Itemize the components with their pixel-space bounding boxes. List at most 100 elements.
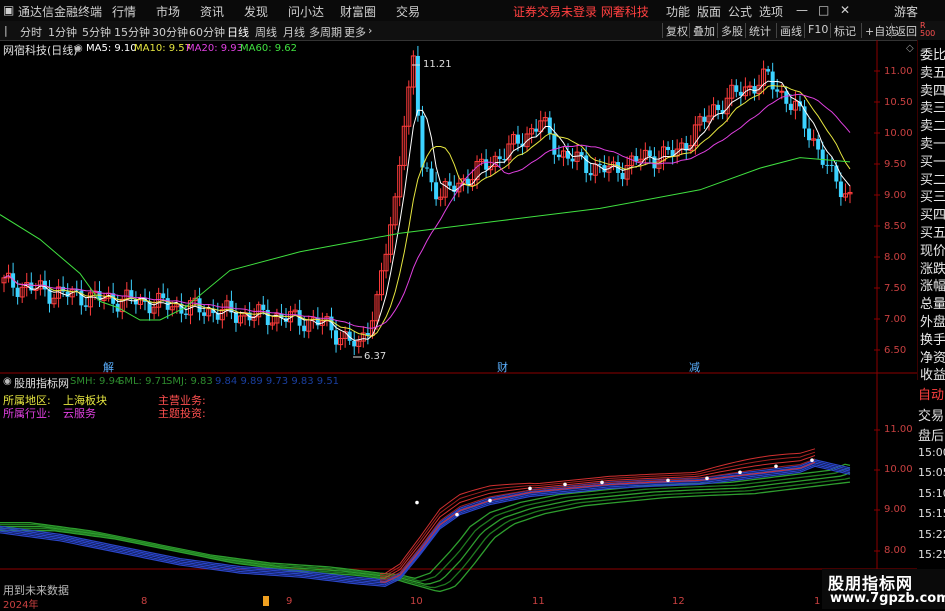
quote-item[interactable]: 卖一 [920, 133, 945, 152]
price-tick: 7.50 [884, 283, 907, 294]
period-monthly[interactable]: 月线 [283, 24, 305, 40]
sub-toggle-icon[interactable]: ◉ [3, 376, 12, 387]
period-weekly[interactable]: 周线 [255, 24, 277, 40]
indicator-name[interactable]: 股朋指标网 [14, 375, 69, 391]
menu-zixun[interactable]: 资讯 [200, 3, 224, 20]
trade-item[interactable]: 15:05 [918, 466, 945, 479]
quote-item[interactable]: 外盘 [920, 311, 945, 330]
trade-item[interactable]: 15:00 [918, 446, 945, 459]
quote-item[interactable]: 换手 [920, 329, 945, 348]
trade-item[interactable]: 15:22 [918, 528, 945, 541]
price-tick: 9.50 [884, 159, 907, 170]
period-daily[interactable]: 日线 [227, 24, 249, 40]
menu-hangqing[interactable]: 行情 [112, 3, 136, 20]
trade-item[interactable]: 15:15 [918, 507, 945, 520]
quote-item[interactable]: 卖五 [920, 62, 945, 81]
quote-item[interactable]: 买三 [920, 186, 945, 205]
quote-item[interactable]: 卖四 [920, 80, 945, 99]
quote-item[interactable]: 涨跌 [920, 258, 945, 277]
quote-item[interactable]: 买四 [920, 204, 945, 223]
minimize-icon[interactable]: — [796, 3, 808, 17]
tool-biaoji[interactable]: 标记 [830, 23, 859, 38]
candle-body [588, 173, 593, 176]
candle-body [502, 159, 507, 161]
price-tick: 7.00 [884, 314, 907, 325]
menu-xuanxiang[interactable]: 选项 [759, 3, 783, 20]
quote-item[interactable]: 净资 [920, 347, 945, 366]
trade-item[interactable]: 交易 [918, 405, 944, 424]
quote-item[interactable]: 委比 [920, 44, 945, 63]
period-multi[interactable]: 多周期 [309, 24, 342, 40]
candle-body [634, 156, 639, 162]
period-fenshi[interactable]: 分时 [20, 24, 42, 40]
menu-gongneng[interactable]: 功能 [666, 3, 690, 20]
legend-toggle-icon[interactable]: ◉ [74, 43, 83, 54]
period-toolbar: | 分时 1分钟 5分钟 15分钟 30分钟 60分钟 日线 周线 月线 多周期… [0, 21, 945, 41]
tool-f10[interactable]: F10 [804, 23, 831, 38]
sidebar-toggle-icon[interactable]: | [4, 24, 8, 37]
candle-body [534, 128, 539, 132]
menu-shichang[interactable]: 市场 [156, 3, 180, 20]
candle-body [734, 85, 739, 92]
time-tick: 10 [410, 596, 423, 607]
candle-body [484, 159, 489, 170]
panel-badge-icon[interactable]: R 500 [920, 22, 935, 38]
tool-fuquan[interactable]: 复权 [662, 23, 691, 38]
quote-item[interactable]: 收益 [920, 364, 945, 383]
price-tick: 8.00 [884, 252, 907, 263]
login-notice[interactable]: 证券交易未登录 网奢科技 [513, 3, 649, 20]
tool-diejia[interactable]: 叠加 [689, 23, 718, 38]
chart-settings-icon[interactable]: ◇ [906, 43, 914, 54]
period-60min[interactable]: 60分钟 [189, 24, 225, 40]
close-icon[interactable]: ✕ [840, 3, 850, 17]
period-15min[interactable]: 15分钟 [114, 24, 150, 40]
marker-cai[interactable]: 财 [497, 359, 508, 375]
stock-name[interactable]: 网宿科技(日线) [3, 42, 78, 58]
menu-wenxiaoda[interactable]: 问小达 [288, 3, 324, 20]
period-more[interactable]: 更多 [344, 24, 366, 40]
period-1min[interactable]: 1分钟 [48, 24, 77, 40]
signal-dot [455, 512, 459, 517]
candle-body [497, 156, 502, 160]
menu-banmian[interactable]: 版面 [697, 3, 721, 20]
quote-item[interactable]: 买二 [920, 169, 945, 188]
candle-body [770, 71, 775, 90]
candle-body [825, 164, 830, 166]
menu-bar: ▣ 通达信金融终端 行情 市场 资讯 发现 问小达 财富圈 交易 证券交易未登录… [0, 0, 945, 22]
quote-item[interactable]: 涨幅 [920, 275, 945, 294]
tool-huaxian[interactable]: 画线 [776, 23, 805, 38]
quote-item[interactable]: 现价 [920, 240, 945, 259]
guest-label[interactable]: 游客 [894, 3, 918, 20]
quote-item[interactable]: 卖二 [920, 115, 945, 134]
quote-item[interactable]: 买一 [920, 151, 945, 170]
period-30min[interactable]: 30分钟 [152, 24, 188, 40]
tool-duogu[interactable]: 多股 [717, 23, 746, 38]
period-5min[interactable]: 5分钟 [82, 24, 111, 40]
trade-item[interactable]: 自动 [918, 384, 944, 403]
menu-faxian[interactable]: 发现 [244, 3, 268, 20]
legend-smj: SMJ: 9.83 [166, 376, 213, 387]
menu-jiaoyi[interactable]: 交易 [396, 3, 420, 20]
kline-chart[interactable] [0, 40, 917, 609]
quote-item[interactable]: 买五 [920, 222, 945, 241]
marker-jie[interactable]: 解 [103, 359, 114, 375]
candle-body [838, 181, 843, 198]
blue-ribbon-line [0, 465, 851, 588]
tool-tongji[interactable]: 统计 [745, 23, 774, 38]
maximize-icon[interactable]: □ [818, 3, 829, 17]
menu-caifuquan[interactable]: 财富圈 [340, 3, 376, 20]
quote-item[interactable]: 卖三 [920, 97, 945, 116]
candle-body [61, 286, 66, 292]
menu-gongshi[interactable]: 公式 [728, 3, 752, 20]
trade-item[interactable]: 15:25 [918, 548, 945, 561]
sub-tick: 9.00 [884, 504, 907, 515]
green-ribbon-line [0, 466, 851, 582]
trade-item[interactable]: 15:10 [918, 487, 945, 500]
marker-jian[interactable]: 减 [689, 359, 700, 375]
quote-item[interactable]: 总量 [920, 293, 945, 312]
more-chevron-icon[interactable]: › [368, 24, 372, 37]
trade-item[interactable]: 盘后 [918, 425, 944, 444]
candle-body [447, 181, 452, 186]
chart-grid [0, 40, 917, 609]
tool-back[interactable]: 返回 [891, 23, 920, 38]
